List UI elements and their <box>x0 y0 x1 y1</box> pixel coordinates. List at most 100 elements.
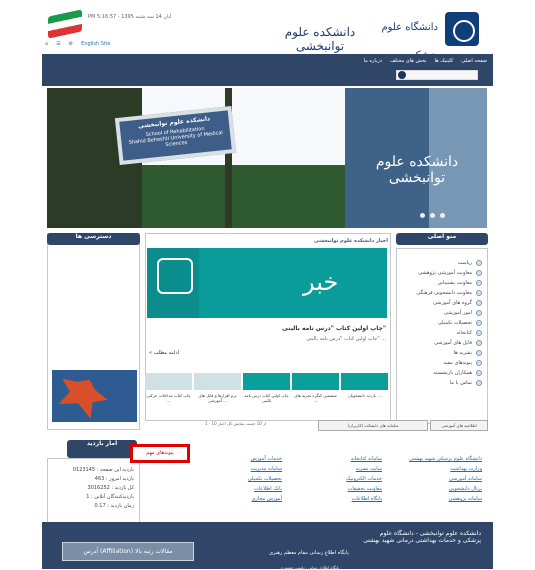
menu-bullet-icon <box>476 290 482 296</box>
hero-logo-panel: دانشکده علوم توانبخشی <box>345 88 487 228</box>
important-links-list: دانشگاه علوم پزشکی شهید بهشتی وزارت بهدا… <box>188 446 482 506</box>
link-item[interactable]: معاونت تحقیقات <box>290 484 382 494</box>
thumbnail-item[interactable]: چاپ اولین کتاب درس نامه بالینی <box>243 373 290 418</box>
link-item[interactable]: خدمات آموزش <box>190 454 282 464</box>
visit-stats-panel: بازدید این صفحه : 0123145 بازدید امروز :… <box>47 458 140 526</box>
main-menu-item[interactable]: گروه های آموزشی <box>400 298 482 308</box>
menu-bullet-icon <box>476 310 482 316</box>
links-column: دانشگاه علوم پزشکی شهید بهشتی وزارت بهدا… <box>390 454 482 504</box>
main-menu-item[interactable]: همکاران بازنشسته <box>400 368 482 378</box>
visit-stats-lines: بازدید این صفحه : 0123145 بازدید امروز :… <box>73 466 134 511</box>
thumbnail-caption: ششمین کنگره تجربه های ... <box>294 393 337 403</box>
menu-bullet-icon <box>476 260 482 266</box>
footer-presidential-link[interactable]: پایگاه اطلاع رسانی ریاست جمهوری <box>280 565 339 570</box>
thumbnail-item[interactable]: چاپ کتاب مداخلات حرکتی ... <box>145 373 192 418</box>
hero-panel-text: دانشکده علوم توانبخشی <box>375 154 459 186</box>
main-menu-title: منو اصلی <box>396 233 488 245</box>
main-menu-label: فایل های آموزشی <box>434 340 472 346</box>
visit-stat-line: کل بازدید : 3016252 <box>87 485 134 491</box>
main-menu-label: گروه های آموزشی <box>433 300 472 306</box>
settings-icon[interactable]: ⚙ <box>69 41 73 47</box>
link-item[interactable]: پایگاه اطلاعات <box>290 494 382 504</box>
main-menu-item[interactable]: نشریه ها <box>400 348 482 358</box>
faculty-calligraphy-logo: دانشکده علوم توانبخشی <box>284 25 356 53</box>
news-headline[interactable]: چاپ اولین کتاب "درس نامه بالینی" <box>190 325 386 332</box>
thumbnail-image <box>292 373 339 390</box>
main-menu-item[interactable]: تحصیلات تکمیلی <box>400 318 482 328</box>
thumbnail-caption: نرم افزارها و فایل های آموزشی ... <box>198 393 237 403</box>
search-input[interactable] <box>396 70 478 80</box>
link-item[interactable]: وزارت بهداشت <box>390 464 482 474</box>
access-title: دسترسی ها <box>47 233 140 245</box>
menu-bullet-icon <box>476 320 482 326</box>
footer-portal-link[interactable]: پایگاه اطلاع رسانی مقام معظم رهبری <box>254 550 364 556</box>
main-menu-item[interactable]: فایل های آموزشی <box>400 338 482 348</box>
link-item[interactable]: دانشگاه علوم پزشکی شهید بهشتی <box>390 454 482 464</box>
news-thumbnails: چاپ کتاب مداخلات حرکتی ... نرم افزارها و… <box>145 373 391 418</box>
news-summary: چاپ اولین کتاب "درس نامه بالینی" ... <box>306 336 386 342</box>
main-menu-label: ریاست <box>457 260 472 266</box>
main-menu-label: تحصیلات تکمیلی <box>437 320 472 326</box>
main-menu-item[interactable]: پیوندهای مفید <box>400 358 482 368</box>
menu-bullet-icon <box>476 280 482 286</box>
date-time: PM 5:16:57 - 1395 آبان 14 سه شنبه <box>88 14 172 20</box>
link-item[interactable]: سامانه آموزشی <box>390 474 482 484</box>
menu-bullet-icon <box>476 350 482 356</box>
slider-dot[interactable] <box>440 213 445 218</box>
main-menu-label: معاونت آموزشی پژوهشی <box>418 270 472 276</box>
home-icon[interactable]: ⌂ <box>45 41 48 47</box>
main-menu-label: پیوندهای مفید <box>443 360 472 366</box>
read-more-link[interactable]: « ادامه مطلب <box>149 350 179 356</box>
link-item[interactable]: سایت نشریه <box>290 464 382 474</box>
important-links-tab[interactable]: پیوندهای مهم <box>130 444 190 463</box>
main-menu-item[interactable]: معاونت آموزشی پژوهشی <box>400 268 482 278</box>
top-links: ⌂ ☰ ⚙ English Site <box>45 41 110 47</box>
link-item[interactable]: سامانه پژوهشی <box>390 494 482 504</box>
main-menu-item[interactable]: معاونت دانشجویی فرهنگی <box>400 288 482 298</box>
menu-bullet-icon <box>476 270 482 276</box>
footer-faculty-text: دانشکده علوم توانبخشی - دانشگاه علوم پزش… <box>363 530 481 544</box>
main-menu-item[interactable]: کتابخانه <box>400 328 482 338</box>
main-menu-list: ریاست معاونت آموزشی پژوهشی معاونت پشتیبا… <box>400 258 482 388</box>
visit-stat-line: بازدید امروز : 463 <box>94 476 134 482</box>
tab-educational-notices[interactable]: اطلاعیه های آموزشی <box>430 420 488 431</box>
slider-dot[interactable] <box>420 213 425 218</box>
main-menu-item[interactable]: تماس با ما <box>400 378 482 388</box>
main-menu-item[interactable]: امور آموزشی <box>400 308 482 318</box>
footer: دانشکده علوم توانبخشی - دانشگاه علوم پزش… <box>42 522 493 570</box>
english-site-link[interactable]: English Site <box>81 41 110 47</box>
link-item[interactable]: سامانه کتابخانه <box>290 454 382 464</box>
links-column: خدمات آموزش سامانه مدیریت تحصیلات تکمیلی… <box>190 454 282 504</box>
search-icon[interactable] <box>398 71 406 79</box>
slider-dots[interactable] <box>420 213 445 218</box>
main-menu-item[interactable]: ریاست <box>400 258 482 268</box>
hero-slider[interactable]: دانشکده علوم توانبخشی <box>47 88 487 228</box>
menu-item-sections[interactable]: بخش های مختلف <box>390 58 427 64</box>
thumbnail-image <box>341 373 388 390</box>
thumbnail-item[interactable]: نرم افزارها و فایل های آموزشی ... <box>194 373 241 418</box>
link-item[interactable]: تحصیلات تکمیلی <box>190 474 282 484</box>
tab-faculty-systems[interactable]: سامانه های دانشکده (کاربران) <box>318 420 428 431</box>
thumbnail-item[interactable]: ششمین کنگره تجربه های ... <box>292 373 339 418</box>
main-menu-item[interactable]: معاونت پشتیبانی <box>400 278 482 288</box>
link-item[interactable]: بانک اطلاعات <box>190 484 282 494</box>
menu-icon[interactable]: ☰ <box>56 41 60 47</box>
slider-dot[interactable] <box>430 213 435 218</box>
thumbnail-caption: بازدید دانشجویان ... <box>347 393 382 398</box>
link-item[interactable]: پرتال دانشجویی <box>390 484 482 494</box>
link-item[interactable]: آموزش مجازی <box>190 494 282 504</box>
thumbnail-item[interactable]: بازدید دانشجویان ... <box>341 373 388 418</box>
menu-item-clinics[interactable]: کلینیک ها <box>434 58 453 64</box>
menu-item-about[interactable]: درباره ما <box>364 58 382 64</box>
university-seal-logo[interactable] <box>445 12 479 46</box>
menu-item-home[interactable]: صفحه اصلی <box>461 58 487 64</box>
link-item[interactable]: خدمات الکترونیک <box>290 474 382 484</box>
main-menu: صفحه اصلی کلینیک ها بخش های مختلف درباره… <box>364 58 487 64</box>
visit-stat-line: بازدیدکنندگان آنلاین : 1 <box>86 494 134 500</box>
thumbnail-image <box>194 373 241 390</box>
footer-affiliation-banner[interactable]: آدرس (Affiliation) مقالات رتبه بالا <box>62 542 194 561</box>
visit-stat-line: زمان بازدید : 0.17 <box>94 503 134 509</box>
news-image[interactable]: خبر <box>147 248 387 318</box>
link-item[interactable]: سامانه مدیریت <box>190 464 282 474</box>
announcement-tabs: اطلاعیه های آموزشی سامانه های دانشکده (ک… <box>148 420 488 444</box>
